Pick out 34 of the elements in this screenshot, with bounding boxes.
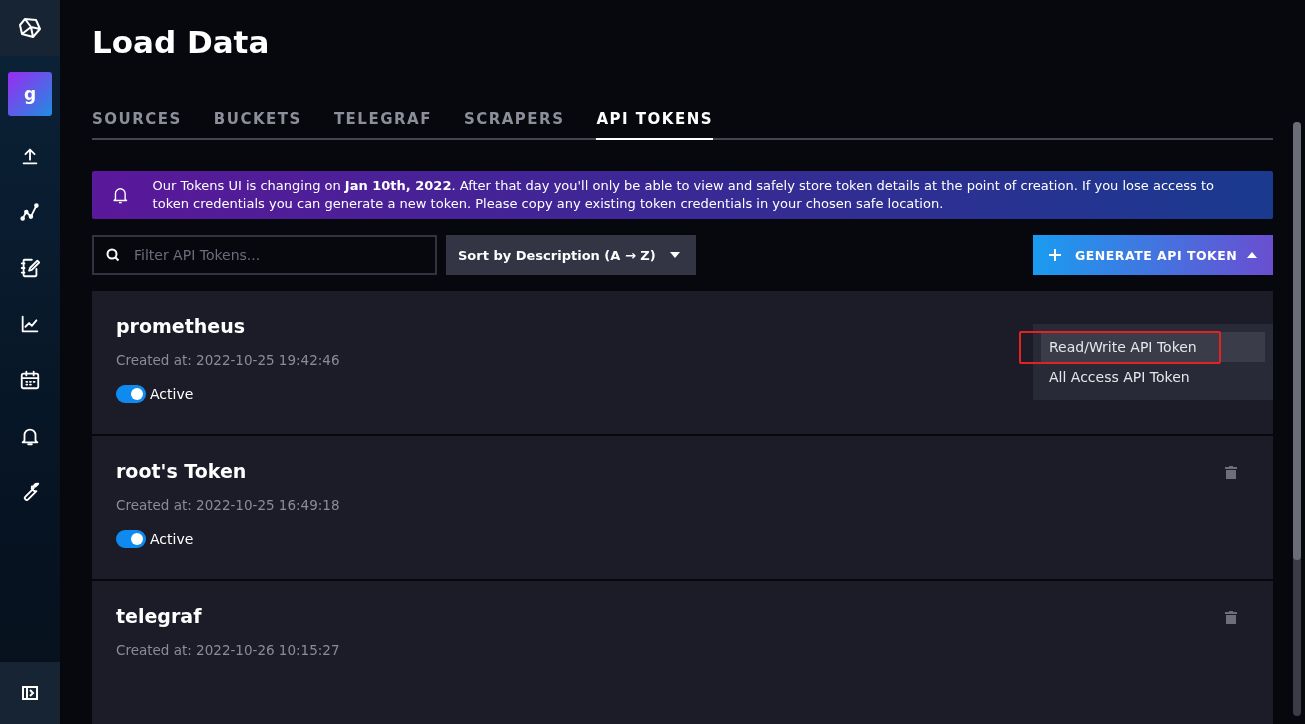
delete-icon[interactable] [1225, 466, 1237, 479]
tab[interactable]: API TOKENS [596, 104, 714, 140]
search-field[interactable]: Filter API Tokens... [92, 235, 437, 275]
expand-sidebar-icon[interactable] [22, 685, 38, 701]
logo-icon[interactable] [18, 16, 42, 40]
tab[interactable]: SCRAPERS [463, 104, 565, 140]
status-label: Active [150, 386, 194, 402]
graph-icon[interactable] [19, 201, 41, 223]
active-toggle[interactable] [116, 385, 146, 403]
page-title: Load Data [92, 24, 271, 60]
notice-text: Our Tokens UI is changing on Jan 10th, 2022. After that day you'll only be able to view and safely store token details at the point of creation. If you lose access to token credentials you can generate a new token. Please copy any existing token credentials in your chosen safe location. [152, 177, 1215, 213]
status-label: Active [150, 531, 194, 547]
org-avatar[interactable]: g [8, 72, 52, 116]
line-chart-icon[interactable] [19, 313, 41, 335]
notebook-icon[interactable] [19, 257, 41, 279]
token-name[interactable]: telegraf [116, 605, 1249, 627]
menu-item[interactable]: All Access API Token [1041, 362, 1265, 392]
calendar-icon[interactable] [19, 369, 41, 391]
token-name[interactable]: root's Token [116, 460, 1249, 482]
scrollbar-thumb[interactable] [1293, 122, 1301, 560]
caret-icon [669, 252, 680, 258]
search-icon [106, 248, 120, 262]
menu-item[interactable]: Read/Write API Token [1041, 332, 1265, 362]
sort-dropdown[interactable]: Sort by Description (A → Z) [446, 235, 696, 275]
plus-icon [1049, 249, 1061, 261]
created-date: Created at: 2022-10-25 19:42:46 [116, 352, 341, 368]
created-date: Created at: 2022-10-26 10:15:27 [116, 642, 341, 658]
delete-icon[interactable] [1225, 611, 1237, 624]
active-toggle[interactable] [116, 530, 146, 548]
created-date: Created at: 2022-10-25 16:49:18 [116, 497, 341, 513]
tab[interactable]: SOURCES [92, 104, 182, 140]
tab[interactable]: TELEGRAF [333, 104, 432, 140]
tab[interactable]: BUCKETS [213, 104, 302, 140]
generate-token-button[interactable]: GENERATE API TOKEN [1033, 235, 1273, 275]
